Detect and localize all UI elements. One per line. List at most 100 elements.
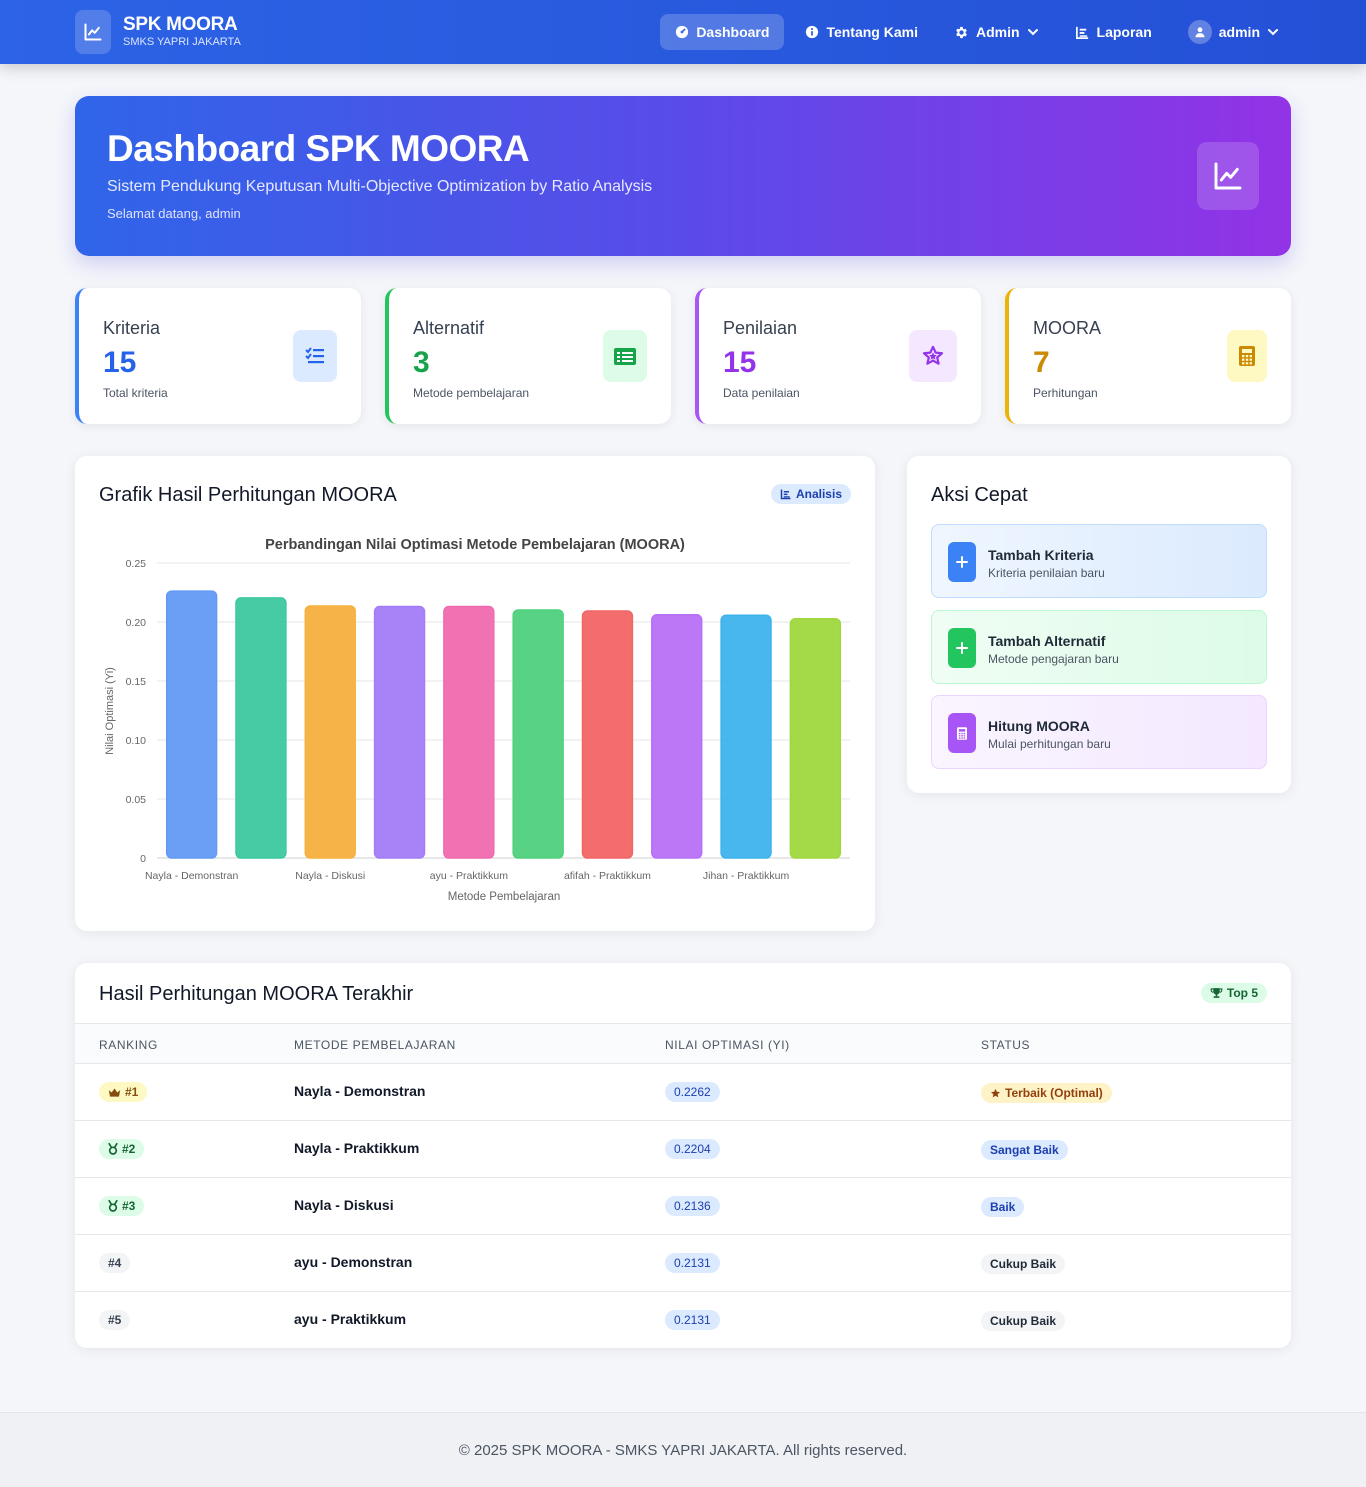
chart-x-axis-label: Metode Pembelajaran [448, 891, 561, 903]
method-name: ayu - Demonstran [294, 1254, 413, 1270]
nav-dashboard[interactable]: Dashboard [660, 14, 785, 50]
chart-bar[interactable] [512, 609, 564, 859]
stat-label: Penilaian [723, 318, 798, 338]
chart-line-icon [1197, 142, 1259, 210]
nav-report-label: Laporan [1096, 24, 1152, 40]
stat-card-kriteria[interactable]: Kriteria 15 Total kriteria [75, 288, 361, 424]
status-badge: Terbaik (Optimal) [981, 1083, 1112, 1103]
stat-value: 15 [723, 346, 757, 379]
x-tick-label: Nayla - Demonstran [145, 870, 239, 882]
status-badge: Baik [981, 1197, 1025, 1217]
top5-label: Top 5 [1226, 986, 1258, 1000]
chart-line-icon [75, 10, 111, 54]
method-name: Nayla - Diskusi [294, 1197, 394, 1213]
page-title: Dashboard SPK MOORA [107, 128, 530, 169]
add-alternative-title: Tambah Alternatif [988, 633, 1106, 649]
results-title: Hasil Perhitungan MOORA Terakhir [99, 983, 414, 1005]
chart-bar[interactable] [165, 590, 218, 859]
add-criteria-desc: Kriteria penilaian baru [988, 566, 1105, 580]
stat-label: MOORA [1033, 318, 1102, 338]
chart-bar[interactable] [581, 610, 634, 859]
stat-card-penilaian[interactable]: Penilaian 15 Data penilaian [695, 288, 981, 424]
add-alternative-desc: Metode pengajaran baru [988, 652, 1119, 666]
col-method: METODE PEMBELAJARAN [294, 1038, 456, 1052]
stat-card-alternatif[interactable]: Alternatif 3 Metode pembelajaran [385, 288, 671, 424]
crown-icon [108, 1087, 121, 1097]
chart-bar[interactable] [789, 617, 842, 859]
rank-badge: #2 [99, 1139, 145, 1159]
brand-title: SPK MOORA [123, 14, 238, 35]
analysis-badge: Analisis [770, 484, 851, 504]
nav-report[interactable]: Laporan [1060, 14, 1167, 50]
chart-bar[interactable] [373, 605, 426, 859]
score-badge: 0.2262 [665, 1082, 720, 1102]
brand[interactable]: SPK MOORA SMKS YAPRI JAKARTA [75, 10, 241, 54]
status-badge: Cukup Baik [981, 1311, 1066, 1331]
calculate-moora-button[interactable]: Hitung MOORA Mulai perhitungan baru [931, 695, 1267, 769]
y-tick-label: 0.20 [126, 617, 147, 629]
chart-bar[interactable] [304, 605, 356, 859]
chart-title: Perbandingan Nilai Optimasi Metode Pembe… [265, 537, 685, 553]
results-card: Hasil Perhitungan MOORA Terakhir Top 5 R… [75, 963, 1291, 1348]
y-tick-label: 0.05 [126, 794, 147, 806]
y-tick-label: 0.10 [126, 735, 147, 747]
nav-dashboard-label: Dashboard [696, 24, 770, 40]
add-criteria-button[interactable]: Tambah Kriteria Kriteria penilaian baru [931, 524, 1267, 598]
add-alternative-button[interactable]: Tambah Alternatif Metode pengajaran baru [931, 610, 1267, 684]
stat-value: 15 [103, 346, 137, 379]
col-status: STATUS [981, 1038, 1031, 1052]
table-row: #2 Nayla - Praktikkum 0.2204 Sangat Baik [75, 1121, 1291, 1178]
status-label: Terbaik (Optimal) [1005, 1086, 1103, 1100]
score-badge: 0.2131 [665, 1310, 720, 1330]
calculator-icon [948, 713, 976, 753]
nav-admin-label: Admin [975, 24, 1020, 40]
col-ranking: RANKING [99, 1038, 158, 1052]
score-badge: 0.2204 [665, 1139, 720, 1159]
hero-banner: Dashboard SPK MOORA Sistem Pendukung Kep… [75, 96, 1291, 256]
chart-x-ticks: Nayla - Demonstran Nayla - Diskusi ayu - P… [145, 870, 790, 882]
moora-bar-chart: Perbandingan Nilai Optimasi Metode Pembe… [104, 537, 850, 903]
status-badge: Cukup Baik [981, 1254, 1066, 1274]
rank-badge: #1 [99, 1082, 148, 1102]
stat-value: 7 [1033, 346, 1050, 379]
y-tick-label: 0.25 [126, 558, 147, 570]
gauge-icon [676, 25, 689, 39]
info-icon [806, 25, 819, 39]
status-badge: Sangat Baik [981, 1140, 1068, 1160]
brand-subtitle: SMKS YAPRI JAKARTA [123, 36, 241, 48]
table-row: #4 ayu - Demonstran 0.2131 Cukup Baik [75, 1235, 1291, 1292]
method-name: Nayla - Demonstran [294, 1083, 426, 1099]
calculator-icon [1227, 330, 1267, 382]
top5-badge: Top 5 [1200, 983, 1267, 1003]
table-row: #3 Nayla - Diskusi 0.2136 Baik [75, 1178, 1291, 1235]
nav-about-label: Tentang Kami [826, 24, 918, 40]
rank-badge: #3 [99, 1196, 145, 1216]
nav-admin-dropdown[interactable]: Admin [939, 14, 1054, 50]
stat-desc: Perhitungan [1033, 386, 1098, 400]
quick-actions-card: Aksi Cepat Tambah Kriteria Kriteria peni… [907, 456, 1291, 793]
x-tick-label: Jihan - Praktikkum [703, 870, 790, 882]
medal-icon [108, 1200, 118, 1212]
chevron-down-icon [1027, 29, 1038, 36]
y-tick-label: 0 [140, 853, 146, 865]
x-tick-label: Nayla - Diskusi [295, 870, 365, 882]
chart-card: Grafik Hasil Perhitungan MOORA Analisis … [75, 456, 875, 931]
chart-bar[interactable] [443, 605, 495, 859]
gear-icon [956, 26, 967, 38]
stat-value: 3 [413, 346, 430, 379]
rank-label: #1 [125, 1085, 139, 1099]
method-name: Nayla - Praktikkum [294, 1140, 420, 1156]
top-navbar: SPK MOORA SMKS YAPRI JAKARTA Dashboard T… [0, 0, 1366, 64]
nav-about[interactable]: Tentang Kami [790, 14, 933, 50]
chart-bar[interactable] [720, 614, 772, 859]
chart-y-ticks: 0 0.05 0.10 0.15 0.20 0.25 [126, 558, 147, 865]
stat-desc: Total kriteria [103, 386, 168, 400]
method-name: ayu - Praktikkum [294, 1311, 407, 1327]
welcome-text: Selamat datang, admin [107, 206, 241, 221]
plus-icon [948, 542, 976, 582]
analysis-badge-label: Analisis [795, 487, 842, 501]
chart-bar[interactable] [651, 614, 703, 859]
nav-user-dropdown[interactable]: admin [1173, 14, 1294, 50]
stat-card-moora[interactable]: MOORA 7 Perhitungan [1005, 288, 1291, 424]
chart-bar[interactable] [235, 597, 287, 859]
